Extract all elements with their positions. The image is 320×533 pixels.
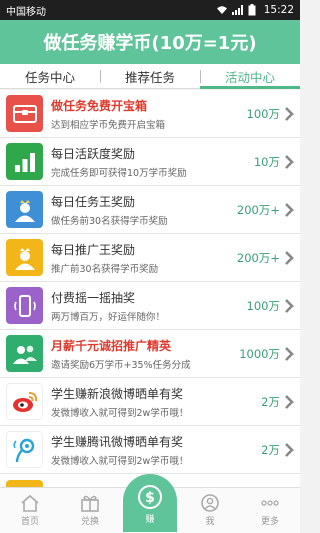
svg-text:$: $ (145, 490, 155, 506)
treasure-chest-icon (6, 95, 43, 132)
tab-bar: 任务中心 推荐任务 活动中心 (0, 64, 300, 89)
nav-label: 更多 (260, 517, 279, 527)
wifi-icon (216, 6, 227, 14)
item-reward: 100万 (246, 298, 280, 313)
item-subtitle: 发微博收入就可得到2w学币哦！ (51, 407, 189, 419)
item-reward: 2万 (261, 442, 280, 457)
chevron-right-icon (285, 346, 294, 361)
item-subtitle: 做任务前30名获得学币奖励 (51, 215, 168, 227)
item-title: 学生赚新浪微博晒单有奖 (51, 386, 184, 401)
chevron-right-icon (285, 298, 294, 313)
item-reward: 2万 (261, 394, 280, 409)
item-subtitle: 推广前30名获得学币奖励 (51, 263, 159, 275)
partial-item-icon (6, 479, 43, 487)
chevron-right-icon (285, 442, 294, 457)
chevron-right-icon (285, 106, 294, 121)
carrier-name: 中国移动 (6, 6, 46, 18)
item-subtitle: 发微博收入就可得到2w学币哦！ (51, 455, 189, 467)
nav-earn[interactable]: $ 赚 (120, 474, 180, 533)
users-icon (6, 335, 43, 372)
item-subtitle: 完成任务即可获得10万学币奖励 (51, 167, 187, 179)
list-item[interactable]: 每日推广王奖励 推广前30名获得学币奖励 200万+ (0, 234, 300, 282)
activity-list: 做任务免费开宝箱 达到相应学币免费开启宝箱 100万 每日活跃度奖励 完成任务即… (0, 90, 300, 487)
chevron-right-icon (285, 250, 294, 265)
list-item[interactable]: 月薪千元诚招推广精英 邀请奖励6万学币+35%任务分成 1000万 (0, 330, 300, 378)
list-item[interactable]: 做任务免费开宝箱 达到相应学币免费开启宝箱 100万 (0, 90, 300, 138)
nav-label: 兑换 (80, 517, 99, 527)
user-icon (201, 494, 219, 512)
phone-shake-icon (6, 287, 43, 324)
page-title: 做任务赚学币(10万=1元) (0, 20, 300, 64)
nav-label: 首页 (20, 517, 39, 527)
item-title: 每日推广王奖励 (51, 242, 136, 257)
item-title: 月薪千元诚招推广精英 (51, 338, 172, 353)
list-item[interactable]: 付费摇一摇抽奖 两万博百万，好运伴随你！ 100万 (0, 282, 300, 330)
signal-icon (231, 5, 243, 15)
list-item[interactable]: 学生赚新浪微博晒单有奖 发微博收入就可得到2w学币哦！ 2万 (0, 378, 300, 426)
list-item[interactable]: 学生赚腾讯微博晒单有奖 发微博收入就可得到2w学币哦！ 2万 (0, 426, 300, 474)
item-subtitle: 达到相应学币免费开启宝箱 (51, 119, 166, 131)
chevron-right-icon (285, 154, 294, 169)
item-reward: 200万+ (236, 250, 280, 265)
nav-home[interactable]: 首页 (0, 488, 60, 533)
more-icon (261, 500, 279, 506)
list-item[interactable]: 每日活跃度奖励 完成任务即可获得10万学币奖励 10万 (0, 138, 300, 186)
list-item[interactable]: 每日任务王奖励 做任务前30名获得学币奖励 200万+ (0, 186, 300, 234)
nav-exchange[interactable]: 兑换 (60, 488, 120, 533)
nav-more[interactable]: 更多 (240, 488, 300, 533)
tencent-weibo-icon (6, 431, 43, 468)
item-title: 每日活跃度奖励 (51, 146, 136, 161)
item-reward: 10万 (253, 154, 280, 169)
gift-icon (81, 495, 99, 512)
home-icon (21, 494, 39, 512)
item-reward: 100万 (246, 106, 280, 121)
status-icons: 15:22 (216, 4, 294, 16)
item-subtitle: 邀请奖励6万学币+35%任务分成 (51, 359, 191, 371)
tab-task-center[interactable]: 任务中心 (0, 64, 100, 88)
chevron-right-icon (285, 394, 294, 409)
nav-label: 赚 (145, 515, 155, 525)
status-bar: 中国移动 15:22 (0, 0, 300, 20)
user-crown-icon (6, 191, 43, 228)
item-reward: 200万+ (236, 202, 280, 217)
dollar-coin-icon: $ (138, 485, 162, 509)
nav-earn-bubble: $ 赚 (123, 474, 177, 532)
nav-label: 我 (205, 517, 215, 527)
item-title: 每日任务王奖励 (51, 194, 136, 209)
weibo-icon (6, 383, 43, 420)
tab-recommended[interactable]: 推荐任务 (100, 64, 200, 88)
tab-activity-center[interactable]: 活动中心 (200, 64, 300, 89)
item-title: 做任务免费开宝箱 (51, 98, 148, 113)
user-crown-icon (6, 239, 43, 276)
item-title: 付费摇一摇抽奖 (51, 290, 136, 305)
clock: 15:22 (263, 4, 294, 16)
item-subtitle: 两万博百万，好运伴随你！ (51, 311, 166, 323)
nav-me[interactable]: 我 (180, 488, 240, 533)
item-reward: 1000万 (239, 346, 280, 361)
battery-icon (248, 4, 256, 16)
item-title: 学生赚腾讯微博晒单有奖 (51, 434, 184, 449)
chevron-right-icon (285, 202, 294, 217)
bar-chart-icon (6, 143, 43, 180)
bottom-nav: 首页 兑换 $ 赚 我 更多 (0, 474, 300, 533)
